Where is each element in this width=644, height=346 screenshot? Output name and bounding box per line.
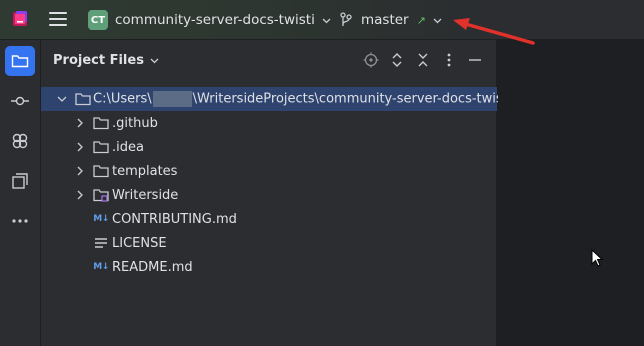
plugins-icon	[12, 133, 28, 149]
tree-root[interactable]: C:\Users\ \WritersideProjects\community-s…	[41, 87, 511, 111]
tree-item-label: templates	[112, 163, 178, 179]
chevron-right-icon	[77, 190, 83, 200]
project-selector[interactable]: CT community-server-docs-twisti	[88, 9, 331, 31]
redacted-username	[152, 91, 192, 107]
editor-area	[498, 40, 644, 346]
tree-item-contributing[interactable]: M↓ CONTRIBUTING.md	[41, 207, 497, 231]
tree-item-label: Writerside	[112, 187, 179, 203]
locate-icon[interactable]	[363, 52, 379, 68]
project-tool-button[interactable]	[5, 46, 35, 76]
panel-title[interactable]: Project Files	[53, 53, 159, 68]
folder-icon	[11, 55, 29, 68]
project-name: community-server-docs-twisti	[115, 12, 315, 28]
tree-item-idea[interactable]: .idea	[41, 135, 497, 159]
commit-icon	[11, 96, 29, 106]
markdown-icon: M↓	[93, 214, 109, 224]
tree-item-github[interactable]: .github	[41, 111, 497, 135]
tree-item-label: README.md	[112, 259, 193, 275]
layers-icon	[12, 173, 28, 189]
title-bar: CT community-server-docs-twisti master ↗	[0, 0, 644, 40]
branch-name: master	[361, 12, 409, 28]
expand-all-icon[interactable]	[389, 52, 405, 68]
plugins-tool-button[interactable]	[5, 126, 35, 156]
folder-icon	[93, 115, 109, 131]
markdown-icon: M↓	[93, 262, 109, 272]
panel-title-label: Project Files	[53, 53, 144, 68]
chevron-right-icon	[77, 166, 83, 176]
tree-item-templates[interactable]: templates	[41, 159, 497, 183]
chevron-down-icon	[433, 18, 442, 23]
folder-icon	[75, 91, 91, 107]
tree-item-label: CONTRIBUTING.md	[112, 211, 237, 227]
tree-item-label: .github	[112, 115, 158, 131]
panel-header: Project Files	[41, 40, 497, 82]
git-branch-icon	[340, 12, 352, 26]
tool-window-bar	[0, 40, 41, 346]
chevron-right-icon	[77, 142, 83, 152]
options-icon[interactable]	[441, 52, 457, 68]
chevron-right-icon	[77, 118, 83, 128]
tree-item-writerside[interactable]: Writerside	[41, 183, 497, 207]
writerside-folder-icon	[93, 187, 109, 203]
project-tree: C:\Users\ \WritersideProjects\community-s…	[41, 87, 511, 279]
app-logo-icon[interactable]	[11, 10, 29, 28]
collapse-all-icon[interactable]	[415, 52, 431, 68]
tree-item-label: LICENSE	[112, 235, 167, 251]
chevron-down-icon	[150, 58, 159, 64]
tree-root-label: C:\Users\ \WritersideProjects\community-s…	[93, 91, 512, 107]
main-menu-button[interactable]	[49, 12, 67, 28]
hide-icon[interactable]	[467, 52, 483, 68]
tree-item-readme[interactable]: M↓ README.md	[41, 255, 497, 279]
chevron-down-icon	[57, 96, 67, 102]
tree-item-label: .idea	[112, 139, 144, 155]
project-badge: CT	[88, 10, 108, 30]
incoming-changes-icon: ↗	[416, 13, 426, 27]
chevron-down-icon	[322, 18, 331, 23]
folder-icon	[93, 139, 109, 155]
more-tools-button[interactable]	[5, 206, 35, 236]
branch-selector[interactable]: master ↗	[339, 9, 442, 31]
tree-item-license[interactable]: LICENSE	[41, 231, 497, 255]
text-file-icon	[93, 235, 109, 251]
more-icon	[12, 219, 28, 223]
commit-tool-button[interactable]	[5, 86, 35, 116]
structure-tool-button[interactable]	[5, 166, 35, 196]
folder-icon	[93, 163, 109, 179]
project-panel: Project Files C:\Users\ \WritersideProje…	[41, 40, 511, 346]
